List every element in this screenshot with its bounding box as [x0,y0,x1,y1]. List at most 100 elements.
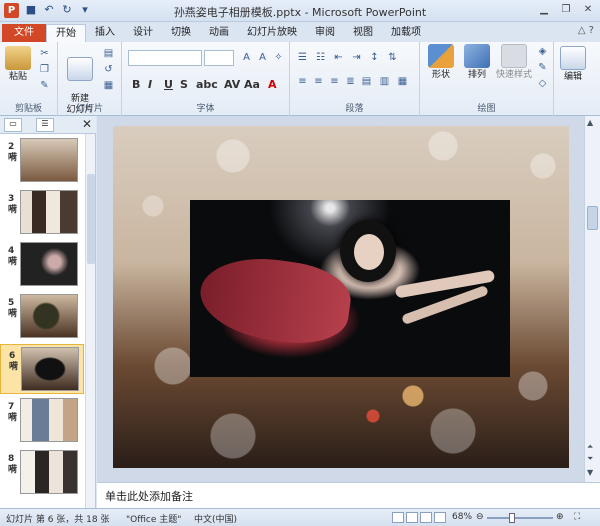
shape-outline-icon[interactable]: ✎ [536,62,549,74]
cut-icon[interactable]: ✂ [38,48,51,60]
tab-slideshow[interactable]: 幻灯片放映 [238,24,306,42]
slide-thumb-6[interactable]: 6嗬 [0,344,84,394]
language[interactable]: 中文(中国) [194,512,237,525]
tab-addins[interactable]: 加载项 [382,24,430,42]
smartart-icon[interactable]: ▦ [396,76,409,88]
italic-icon[interactable]: I [148,78,152,91]
edit-button[interactable]: 编辑 [558,46,588,83]
slide-thumb-3[interactable]: 3嗬 [0,188,84,238]
quick-styles-icon [501,44,527,68]
slide-editing-area [97,116,584,482]
prev-slide-icon[interactable]: ⏶ [587,442,593,452]
zoom-slider[interactable] [487,513,553,523]
tab-view[interactable]: 视图 [344,24,382,42]
zoom-out-icon[interactable]: ⊖ [476,512,484,522]
bullets-icon[interactable]: ☰ [296,52,309,64]
quick-styles-label: 快速样式 [495,70,532,80]
close-icon[interactable]: ✕ [580,3,596,17]
slide-thumb-4[interactable]: 4嗬 [0,240,84,290]
tab-home[interactable]: 开始 [46,24,86,42]
section-icon[interactable]: ▦ [102,80,115,92]
slide-thumb-2[interactable]: 2嗬 [0,136,84,186]
zoom-level[interactable]: 68% [452,512,472,522]
tab-insert[interactable]: 插入 [86,24,124,42]
tab-file[interactable]: 文件 [2,24,46,42]
scrollbar-thumb[interactable] [587,206,598,230]
edit-label: 编辑 [563,72,582,82]
slide-thumb-7[interactable]: 7嗬 [0,396,84,446]
slide-photo[interactable] [190,200,510,377]
clear-format-icon[interactable]: ✧ [272,52,285,64]
reset-icon[interactable]: ↺ [102,64,115,76]
columns-icon[interactable]: ▥ [378,76,391,88]
font-color-icon[interactable]: A [268,78,277,91]
minimize-icon[interactable]: ▁ [536,3,552,17]
notes-placeholder[interactable]: 单击此处添加备注 [105,488,193,504]
close-pane-icon[interactable]: ✕ [82,117,92,131]
change-case-icon[interactable]: Aa [244,78,260,91]
tab-review[interactable]: 审阅 [306,24,344,42]
slides-pane-scrollbar[interactable] [85,134,95,508]
slide-sorter-icon[interactable] [406,512,418,523]
char-spacing-icon[interactable]: AV [224,78,240,91]
slideshow-icon[interactable] [434,512,446,523]
quick-styles-button[interactable]: 快速样式 [494,44,534,81]
align-left-icon[interactable]: ≡ [296,76,309,88]
bold-icon[interactable]: B [132,78,140,91]
tab-outline-view[interactable]: ☰ [36,118,54,132]
decrease-indent-icon[interactable]: ⇤ [332,52,345,64]
theme-name[interactable]: "Office 主题" [126,512,181,525]
increase-indent-icon[interactable]: ⇥ [350,52,363,64]
justify-icon[interactable]: ≣ [344,76,357,88]
format-painter-icon[interactable]: ✎ [38,80,51,92]
line-spacing-icon[interactable]: ↕ [368,52,381,64]
current-slide[interactable] [113,126,569,468]
text-direction-icon[interactable]: ⇅ [386,52,399,64]
tab-transitions[interactable]: 切换 [162,24,200,42]
font-size-box[interactable] [204,50,234,66]
slide-number: 4嗬 [8,246,18,267]
slide-scrollbar[interactable]: ▲ ⏶ ⏷ ▼ [584,116,600,482]
numbering-icon[interactable]: ☷ [314,52,327,64]
restore-icon[interactable]: ❐ [558,3,574,17]
shape-effects-icon[interactable]: ◇ [536,78,549,90]
scrollbar-thumb[interactable] [87,174,95,264]
slide-thumbnail [20,450,78,494]
slide-count: 幻灯片 第 6 张，共 18 张 [6,515,110,525]
strikethrough-icon[interactable]: abc [196,78,218,91]
window-controls: ▁ ❐ ✕ [536,3,596,17]
shrink-font-icon[interactable]: A [256,52,269,64]
shape-fill-icon[interactable]: ◈ [536,46,549,58]
paragraph-group: ☰ ☷ ⇤ ⇥ ↕ ⇅ ≡ ≡ ≡ ≣ ▤ ▥ ▦ 段落 [290,42,420,116]
reading-view-icon[interactable] [420,512,432,523]
align-center-icon[interactable]: ≡ [312,76,325,88]
arrange-button[interactable]: 排列 [462,44,492,81]
new-slide-icon [67,57,93,81]
copy-icon[interactable]: ❐ [38,64,51,76]
shadow-icon[interactable]: S [180,78,188,91]
font-name-box[interactable] [128,50,202,66]
zoom-slider-thumb[interactable] [509,513,515,523]
editing-group: 编辑 [554,42,594,116]
status-bar: 幻灯片 第 6 张，共 18 张 "Office 主题" 中文(中国) 68% … [0,508,600,526]
align-right-icon[interactable]: ≡ [328,76,341,88]
zoom-in-icon[interactable]: ⊕ [556,512,564,522]
fit-window-icon[interactable]: ⛶ [574,512,580,522]
notes-pane[interactable]: 单击此处添加备注 [97,482,600,508]
help-icon[interactable]: △ ? [578,25,594,36]
slide-thumb-8[interactable]: 8嗬 [0,448,84,498]
shapes-button[interactable]: 形状 [426,44,456,81]
scroll-down-icon[interactable]: ▼ [587,468,593,477]
tab-slides-view[interactable]: ▭ [4,118,22,132]
layout-icon[interactable]: ▤ [102,48,115,60]
next-slide-icon[interactable]: ⏷ [587,454,593,464]
underline-icon[interactable]: U [164,78,173,91]
paste-button[interactable]: 粘贴 [4,46,32,83]
scroll-up-icon[interactable]: ▲ [587,118,593,127]
tab-design[interactable]: 设计 [124,24,162,42]
normal-view-icon[interactable] [392,512,404,523]
slide-thumb-5[interactable]: 5嗬 [0,292,84,342]
grow-font-icon[interactable]: A [240,52,253,64]
tab-animations[interactable]: 动画 [200,24,238,42]
distributed-icon[interactable]: ▤ [360,76,373,88]
